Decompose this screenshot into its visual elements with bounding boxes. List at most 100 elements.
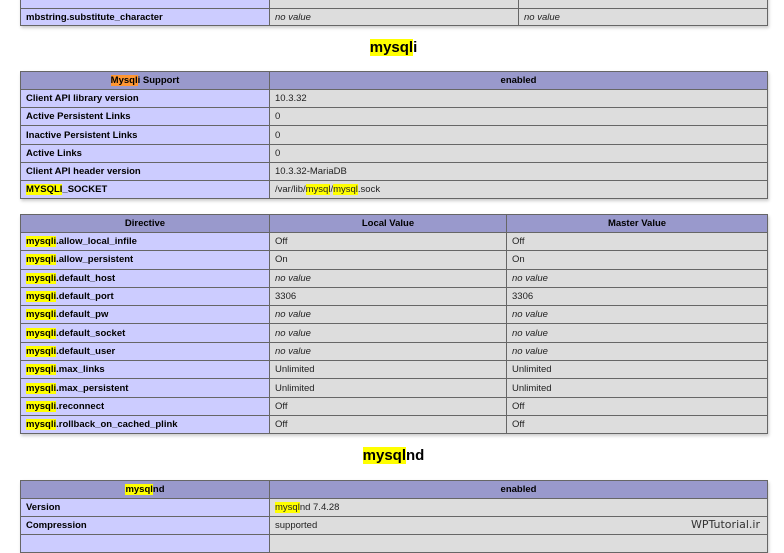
search-highlight-active: Mysql: [110, 75, 138, 86]
table-header-row: mysqlnd enabled: [20, 480, 768, 499]
watermark: WPTutorial.ir: [690, 518, 760, 531]
table-row: Client API header version 10.3.32-MariaD…: [20, 162, 768, 181]
search-highlight: mysqli: [26, 272, 57, 284]
search-highlight: mysql: [305, 184, 331, 195]
local-value: Unlimited: [269, 378, 507, 398]
table-row: mbstring.substitute_character no value n…: [20, 8, 768, 26]
row-value: [269, 534, 768, 553]
row-key: Active Links: [20, 144, 270, 163]
master-value: no value: [518, 8, 768, 26]
search-highlight: mysql: [333, 184, 358, 195]
search-highlight: mysqli: [26, 419, 57, 431]
master-value: Off: [506, 414, 768, 435]
master-value: 3306: [506, 286, 768, 307]
directive-name: mysqli.default_pw: [20, 305, 270, 325]
local-value-header: Local Value: [269, 214, 507, 233]
directive-name: mysqli.default_socket: [20, 323, 270, 343]
row-key: Client API library version: [20, 89, 270, 108]
row-key: Inactive Persistent Links: [20, 125, 270, 145]
search-highlight: mysqli: [26, 309, 57, 321]
directive-name: mysqli.allow_persistent: [20, 250, 270, 270]
directive-name: [20, 0, 270, 9]
master-value-header: Master Value: [506, 214, 768, 233]
row-key: Active Persistent Links: [20, 107, 270, 126]
search-highlight: mysqli: [26, 236, 57, 248]
table-row: mysqli.reconnect Off Off: [20, 396, 768, 416]
row-value: 0: [269, 144, 768, 163]
search-highlight: mysqli: [26, 364, 57, 376]
table-row: Compression supported: [20, 516, 768, 535]
local-value: Off: [269, 414, 507, 435]
table-row: mysqli.default_pw no value no value: [20, 305, 768, 325]
local-value: no value: [269, 268, 507, 288]
row-value: 10.3.32: [269, 89, 768, 108]
master-value: Off: [506, 396, 768, 416]
directive-name: mysqli.default_host: [20, 268, 270, 288]
table-row: Client API library version 10.3.32: [20, 89, 768, 108]
mysqlnd-header: mysqlnd: [20, 480, 270, 499]
master-value: no value: [506, 341, 768, 362]
section-title-mysqlnd[interactable]: mysqlnd: [20, 447, 767, 464]
row-value: 0: [269, 125, 768, 145]
master-value: Unlimited: [506, 378, 768, 398]
directive-header: Directive: [20, 214, 270, 233]
table-row: mysqli.max_links Unlimited Unlimited: [20, 360, 768, 380]
directive-name: mysqli.default_user: [20, 341, 270, 362]
search-highlight: mysqli: [26, 291, 57, 303]
row-value: 10.3.32-MariaDB: [269, 162, 768, 181]
mysqli-directives-table: Directive Local Value Master Value mysql…: [20, 214, 768, 435]
search-highlight: mysqli: [26, 254, 57, 266]
table-row: mysqli.default_user no value no value: [20, 341, 768, 362]
directive-name: mysqli.max_persistent: [20, 378, 270, 398]
local-value: no value: [269, 341, 507, 362]
directive-name: mysqli.max_links: [20, 360, 270, 380]
local-value: Off: [269, 396, 507, 416]
mysqli-support-table: Mysqli Support enabled Client API librar…: [20, 71, 768, 199]
table-row: mysqli.default_port 3306 3306: [20, 286, 768, 307]
row-key: MYSQLI_SOCKET: [20, 180, 270, 199]
table-row: mysqli.default_host no value no value: [20, 268, 768, 288]
master-value: [518, 0, 768, 9]
support-status: enabled: [269, 71, 768, 90]
table-row: [20, 534, 768, 553]
table-header-row: Mysqli Support enabled: [20, 71, 768, 90]
master-value: On: [506, 250, 768, 270]
table-row: mysqli.default_socket no value no value: [20, 323, 768, 343]
row-value: 0: [269, 107, 768, 126]
directive-name: mysqli.default_port: [20, 286, 270, 307]
local-value: no value: [269, 305, 507, 325]
local-value: Unlimited: [269, 360, 507, 380]
search-highlight: mysql: [369, 39, 414, 56]
local-value: On: [269, 250, 507, 270]
master-value: no value: [506, 305, 768, 325]
section-title-mysqli[interactable]: mysqli: [20, 39, 767, 56]
mysqlnd-status: enabled: [269, 480, 768, 499]
search-highlight: mysqli: [26, 345, 57, 357]
directive-name: mysqli.reconnect: [20, 396, 270, 416]
table-row: MYSQLI_SOCKET /var/lib/mysql/mysql.sock: [20, 180, 768, 199]
row-key: Compression: [20, 516, 270, 535]
table-row: mysqli.max_persistent Unlimited Unlimited: [20, 378, 768, 398]
directive-rows: mysqli.allow_local_infile Off Off mysqli.al…: [20, 231, 768, 435]
directive-name: mysqli.allow_local_infile: [20, 231, 270, 252]
table-row: mysqli.allow_local_infile Off Off: [20, 231, 768, 252]
mbstring-table: mbstring.substitute_character no value n…: [20, 0, 768, 26]
search-highlight: mysql: [275, 502, 300, 513]
table-header-row: Directive Local Value Master Value: [20, 214, 768, 233]
support-header: Mysqli Support: [20, 71, 270, 90]
row-key: Client API header version: [20, 162, 270, 181]
search-highlight: mysqli: [26, 327, 57, 339]
master-value: no value: [506, 323, 768, 343]
row-value: /var/lib/mysql/mysql.sock: [269, 180, 768, 199]
row-key: Version: [20, 498, 270, 517]
local-value: [269, 0, 519, 9]
search-highlight: MYSQLI: [26, 184, 63, 195]
search-highlight: mysqli: [26, 382, 57, 394]
master-value: Unlimited: [506, 360, 768, 380]
table-row: mysqli.allow_persistent On On: [20, 250, 768, 270]
search-highlight: mysqli: [26, 400, 57, 412]
row-value: mysqlnd 7.4.28: [269, 498, 768, 517]
mysqlnd-table: mysqlnd enabled Version mysqlnd 7.4.28 C…: [20, 480, 768, 553]
local-value: 3306: [269, 286, 507, 307]
directive-name: mysqli.rollback_on_cached_plink: [20, 414, 270, 435]
